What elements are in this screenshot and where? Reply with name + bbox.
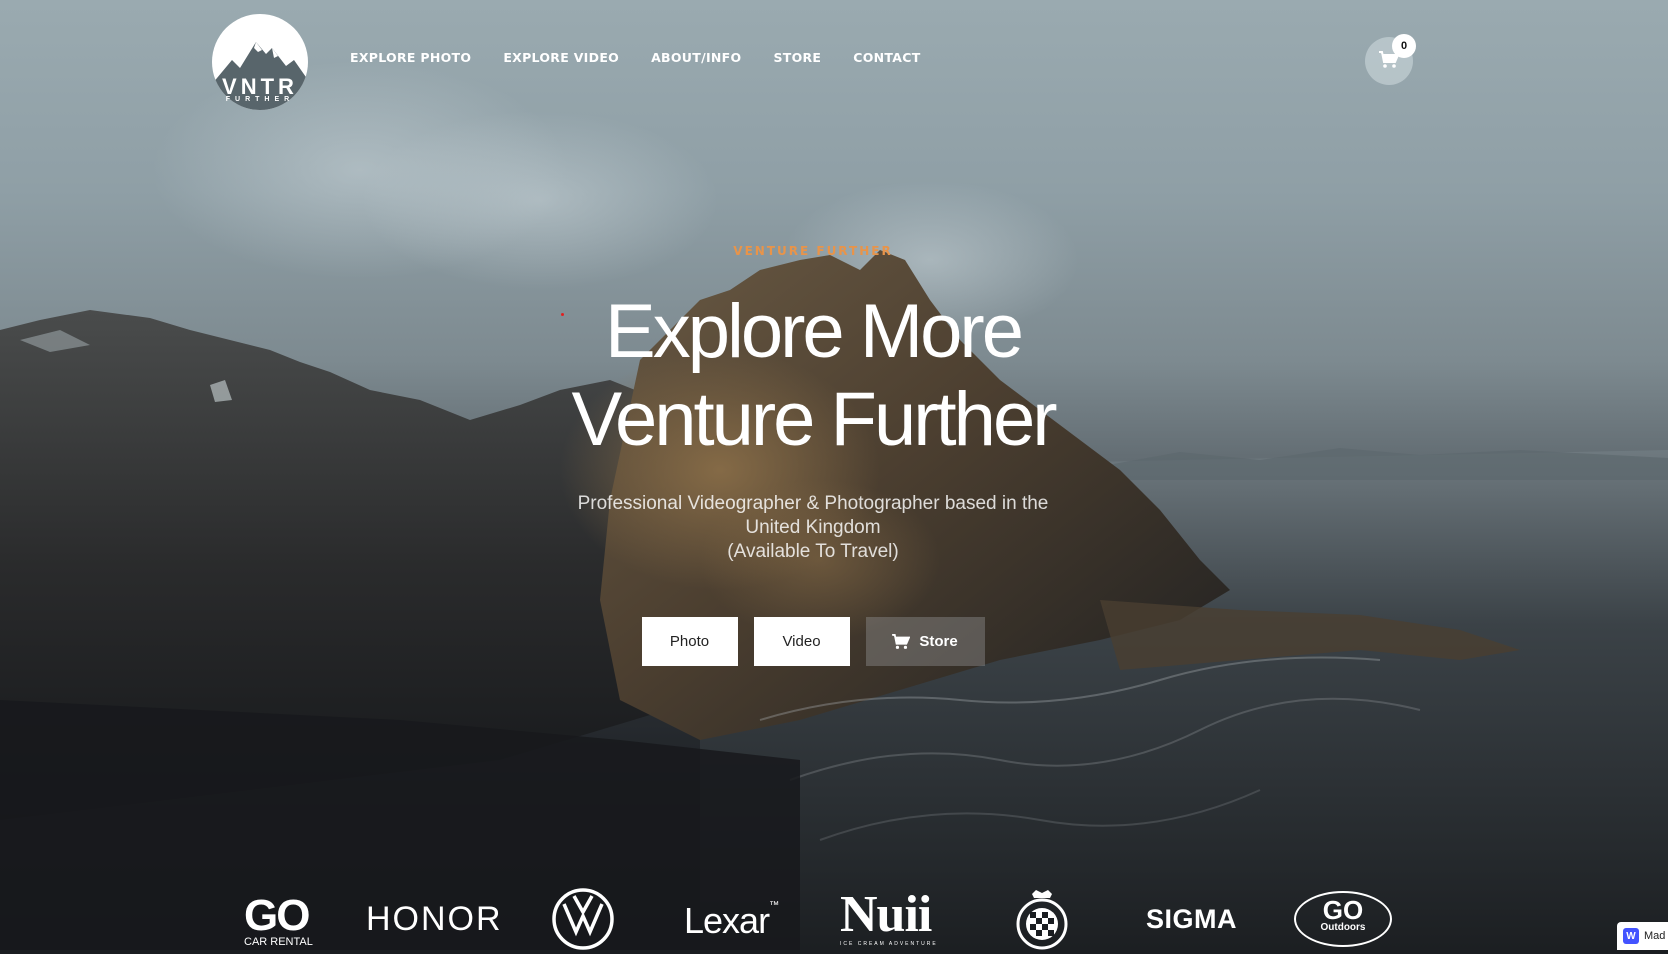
main-nav: EXPLORE PHOTO EXPLORE VIDEO ABOUT/INFO S… (350, 50, 953, 65)
nuii-logo: Nuii ICE CREAM ADVENTURE (840, 889, 938, 948)
hero-title-line-2: Venture Further (571, 377, 1057, 462)
volkswagen-logo (552, 888, 614, 950)
hero-subtitle-line-3: (Available To Travel) (727, 541, 899, 562)
lexar-wordmark: Lexar (684, 900, 770, 941)
nav-explore-video[interactable]: EXPLORE VIDEO (503, 50, 619, 65)
go-outdoors-label: Outdoors (1320, 922, 1366, 933)
go-car-rental-label: CAR RENTAL (244, 936, 313, 948)
brand-logo[interactable]: VNTR FURTHER (212, 14, 308, 110)
hero-subtitle: Professional Videographer & Photographer… (0, 492, 1626, 564)
store-button[interactable]: Store (865, 617, 985, 666)
volkswagen-icon (552, 888, 614, 950)
store-button-label: Store (919, 633, 958, 650)
made-in-webflow-badge[interactable]: W Mad (1617, 922, 1668, 950)
hero-background (0, 0, 1668, 950)
hero-eyebrow: VENTURE FURTHER (733, 244, 893, 258)
go-car-rental-logo: GO CAR RENTAL (244, 891, 316, 949)
photo-button[interactable]: Photo (641, 617, 738, 666)
lexar-logo: Lexar™ (684, 900, 779, 942)
nav-explore-photo[interactable]: EXPLORE PHOTO (350, 50, 471, 65)
video-button[interactable]: Video (753, 617, 850, 666)
goodwood-crest-icon (1016, 890, 1068, 950)
hero-title-line-1: Explore More (605, 289, 1024, 374)
partner-logos: GO CAR RENTAL HONOR Lexar™ Nuii ICE CREA… (244, 888, 1404, 950)
sigma-logo: SIGMA (1146, 904, 1238, 934)
nav-store[interactable]: STORE (773, 50, 821, 65)
mountain-landscape (0, 250, 1668, 950)
honor-logo: HONOR (366, 900, 503, 938)
webflow-icon: W (1623, 928, 1639, 944)
go-car-rental-mark: GO (244, 891, 310, 940)
cart-icon (892, 633, 911, 649)
hero-buttons: Photo Video Store (0, 617, 1626, 666)
cart-count-badge: 0 (1392, 34, 1416, 58)
go-outdoors-logo: GO Outdoors (1294, 891, 1394, 949)
nuii-wordmark: Nuii (840, 886, 932, 943)
go-outdoors-mark: GO (1322, 895, 1364, 925)
nav-about-info[interactable]: ABOUT/INFO (651, 50, 741, 65)
hero-title: Explore More Venture Further (0, 288, 1626, 464)
goodwood-road-racing-club-logo (1014, 888, 1070, 950)
logo-tagline: FURTHER (225, 96, 295, 103)
lexar-trademark: ™ (769, 900, 779, 911)
cart-button[interactable]: 0 (1365, 34, 1416, 85)
hero-subtitle-line-1: Professional Videographer & Photographer… (577, 493, 1049, 514)
badge-label: Mad (1644, 930, 1666, 942)
nuii-tagline: ICE CREAM ADVENTURE (840, 941, 938, 947)
nav-contact[interactable]: CONTACT (853, 50, 920, 65)
hero-subtitle-line-2: United Kingdom (745, 517, 881, 538)
